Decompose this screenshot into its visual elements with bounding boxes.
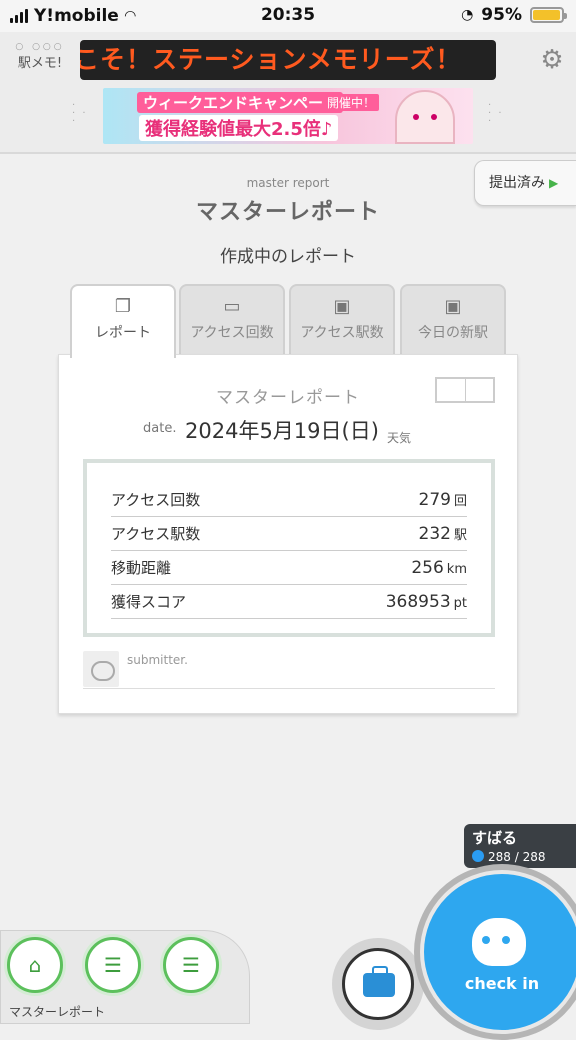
stats-box: アクセス回数 279 回 アクセス駅数 232 駅 移動距離 256 km 獲得スコア 368…: [83, 459, 495, 637]
submitter-row: submitter.: [83, 651, 495, 689]
report-icon: ❐: [114, 296, 132, 317]
stat-label: 獲得スコア: [111, 593, 187, 611]
character-illustration: [395, 90, 455, 144]
section-title: 作成中のレポート: [220, 247, 356, 267]
briefcase-icon: [363, 966, 395, 997]
page-subtitle: master report: [246, 176, 330, 190]
list-icon: ☰: [104, 953, 122, 977]
stat-label: 移動距離: [111, 559, 172, 577]
tab-report[interactable]: ❐ レポート: [70, 284, 176, 358]
app-header: ○ ○○○ 駅メモ! こそ！ステーションメモリーズ！ ⚙ · · · · · · · ·…: [0, 32, 576, 154]
user-info[interactable]: すばる 288 / 288: [464, 824, 576, 868]
user-count: 288 / 288: [488, 850, 546, 864]
report-list-button[interactable]: ☰: [85, 937, 141, 993]
tab-label: 今日の新駅: [418, 325, 488, 341]
stat-label: アクセス駅数: [111, 525, 201, 543]
train-list-button[interactable]: ☰: [163, 937, 219, 993]
stat-value: 256: [411, 558, 444, 578]
stat-unit: pt: [453, 596, 467, 611]
stamp-box: [435, 377, 495, 403]
stat-row: 移動距離 256 km: [111, 551, 467, 585]
checkin-label: check in: [464, 974, 540, 993]
news-ticker: こそ！ステーションメモリーズ！: [80, 40, 496, 80]
home-button[interactable]: ⌂: [7, 937, 63, 993]
date-value: 2024年5月19日(日): [185, 419, 379, 443]
user-name: すばる: [472, 829, 518, 847]
weather-label: 天気: [387, 431, 412, 445]
stat-unit: 駅: [453, 528, 467, 543]
stat-value: 232: [418, 524, 451, 544]
report-card: マスターレポート date. 2024年5月19日(日) 天気 アクセス回数 27…: [58, 354, 518, 714]
submitter-label: submitter.: [127, 653, 188, 667]
banner-dots-right: · · · ·: [488, 100, 504, 127]
station-count-icon: ▣: [333, 296, 351, 317]
banner-line1: ウィークエンドキャンペーン: [137, 92, 344, 113]
stat-row: アクセス回数 279 回: [111, 483, 467, 517]
status-bar: Y!mobile ◠ 20:35 ◔ 95%: [0, 0, 576, 32]
tab-label: レポート: [95, 325, 151, 341]
submitter-avatar: [83, 651, 119, 687]
denco-icon: [472, 850, 484, 862]
tab-station-count[interactable]: ▣ アクセス駅数: [289, 284, 395, 356]
nav-label: マスターレポート: [9, 1005, 106, 1019]
checkin-button[interactable]: check in: [420, 870, 576, 1034]
stat-label: アクセス回数: [111, 491, 201, 509]
date-label: date.: [143, 421, 177, 436]
campaign-banner[interactable]: ウィークエンドキャンペーン 開催中！ 獲得経験値最大2.5倍♪: [103, 88, 473, 144]
home-icon: ⌂: [28, 953, 42, 977]
briefcase-button[interactable]: [342, 948, 414, 1020]
banner-badge: 開催中！: [323, 94, 380, 111]
banner-dots-left: · · · ·: [72, 100, 88, 127]
new-station-icon: ▣: [444, 296, 462, 317]
page-title: マスターレポート: [195, 200, 380, 225]
stat-row: アクセス駅数 232 駅: [111, 517, 467, 551]
rotation-lock-icon: ◔: [461, 7, 474, 23]
mascot-icon: [472, 918, 526, 966]
ticker-text: こそ！ステーションメモリーズ！: [80, 45, 462, 74]
battery-icon: [530, 7, 567, 23]
stat-unit: 回: [453, 494, 467, 509]
train-icon: ☰: [182, 953, 200, 977]
settings-gear-icon[interactable]: ⚙: [538, 46, 566, 74]
stat-unit: km: [446, 562, 467, 577]
banner-line2: 獲得経験値最大2.5倍♪: [139, 115, 339, 141]
stat-value: 368953: [385, 592, 451, 612]
tab-access-count[interactable]: ▭ アクセス回数: [179, 284, 285, 356]
app-logo[interactable]: ○ ○○○ 駅メモ!: [10, 42, 70, 82]
stat-row: 獲得スコア 368953 pt: [111, 585, 467, 619]
bottom-nav: ⌂ ☰ ☰ マスターレポート: [0, 930, 250, 1024]
tab-label: アクセス駅数: [300, 325, 384, 341]
tab-label: アクセス回数: [190, 325, 274, 341]
tab-new-station[interactable]: ▣ 今日の新駅: [400, 284, 506, 356]
stat-value: 279: [418, 490, 451, 510]
battery-percent: 95%: [481, 5, 522, 25]
access-count-icon: ▭: [223, 296, 241, 317]
logo-text: 駅メモ!: [17, 56, 63, 71]
